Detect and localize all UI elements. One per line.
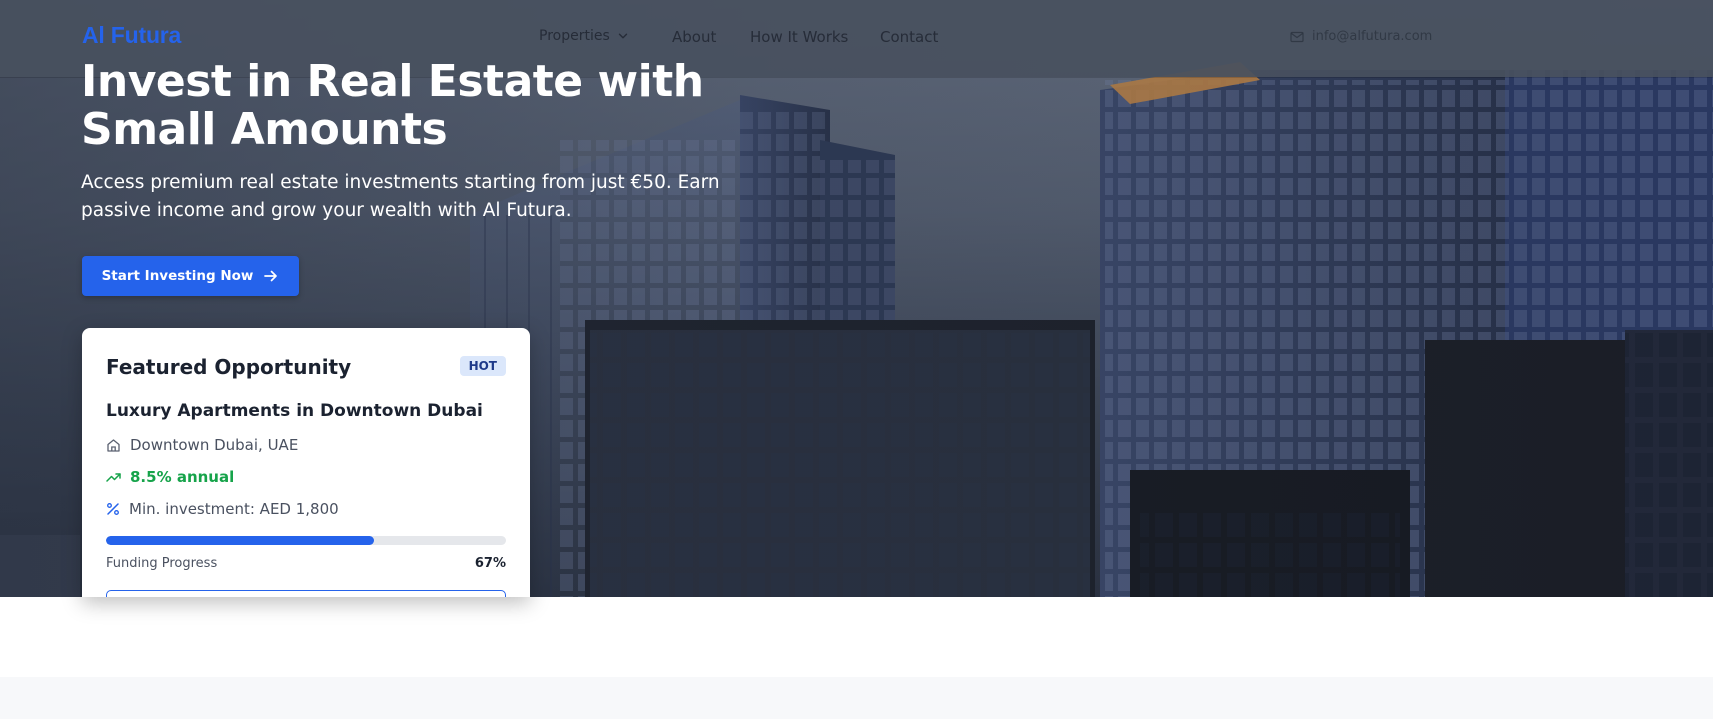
return-text: 8.5% annual <box>130 468 235 486</box>
view-details-button[interactable] <box>106 590 506 597</box>
featured-opportunity-card: Featured Opportunity HOT Luxury Apartmen… <box>82 328 530 597</box>
min-investment-text: Min. investment: AED 1,800 <box>129 500 339 518</box>
nav-item-label: Properties <box>539 28 610 44</box>
funding-progress-fill <box>106 536 374 545</box>
chevron-down-icon <box>618 33 627 39</box>
card-title: Featured Opportunity <box>106 355 352 379</box>
hero-subtitle: Access premium real estate investments s… <box>81 172 720 221</box>
funding-progress-bar <box>106 536 506 545</box>
percent-icon <box>107 503 119 515</box>
contact-email-text: info@alfutura.com <box>1312 29 1433 44</box>
nav-item-contact[interactable]: Contact <box>880 28 938 46</box>
location-text: Downtown Dubai, UAE <box>130 436 299 454</box>
brand-logo[interactable]: Al Futura <box>82 22 181 49</box>
hero-title: Invest in Real Estate with Small Amounts <box>81 56 704 155</box>
nav-item-about[interactable]: About <box>672 28 716 46</box>
property-location: Downtown Dubai, UAE <box>106 436 298 454</box>
funding-progress-label: Funding Progress <box>106 556 218 571</box>
contact-email-link[interactable]: info@alfutura.com <box>1290 29 1432 44</box>
hot-badge: HOT <box>459 356 506 376</box>
nav-item-properties[interactable]: Properties <box>539 28 628 44</box>
annual-return: 8.5% annual <box>106 468 234 486</box>
start-investing-label: Start Investing Now <box>101 268 254 284</box>
nav-item-how-it-works[interactable]: How It Works <box>750 28 848 46</box>
property-name: Luxury Apartments in Downtown Dubai <box>106 401 483 421</box>
trending-up-icon <box>106 473 121 482</box>
home-icon <box>107 438 120 452</box>
start-investing-button[interactable]: Start Investing Now <box>82 256 299 296</box>
mail-icon <box>1290 31 1304 42</box>
next-section <box>0 677 1713 719</box>
min-investment: Min. investment: AED 1,800 <box>106 500 339 518</box>
arrow-right-icon <box>264 270 278 282</box>
funding-progress-percent: 67% <box>474 556 506 571</box>
